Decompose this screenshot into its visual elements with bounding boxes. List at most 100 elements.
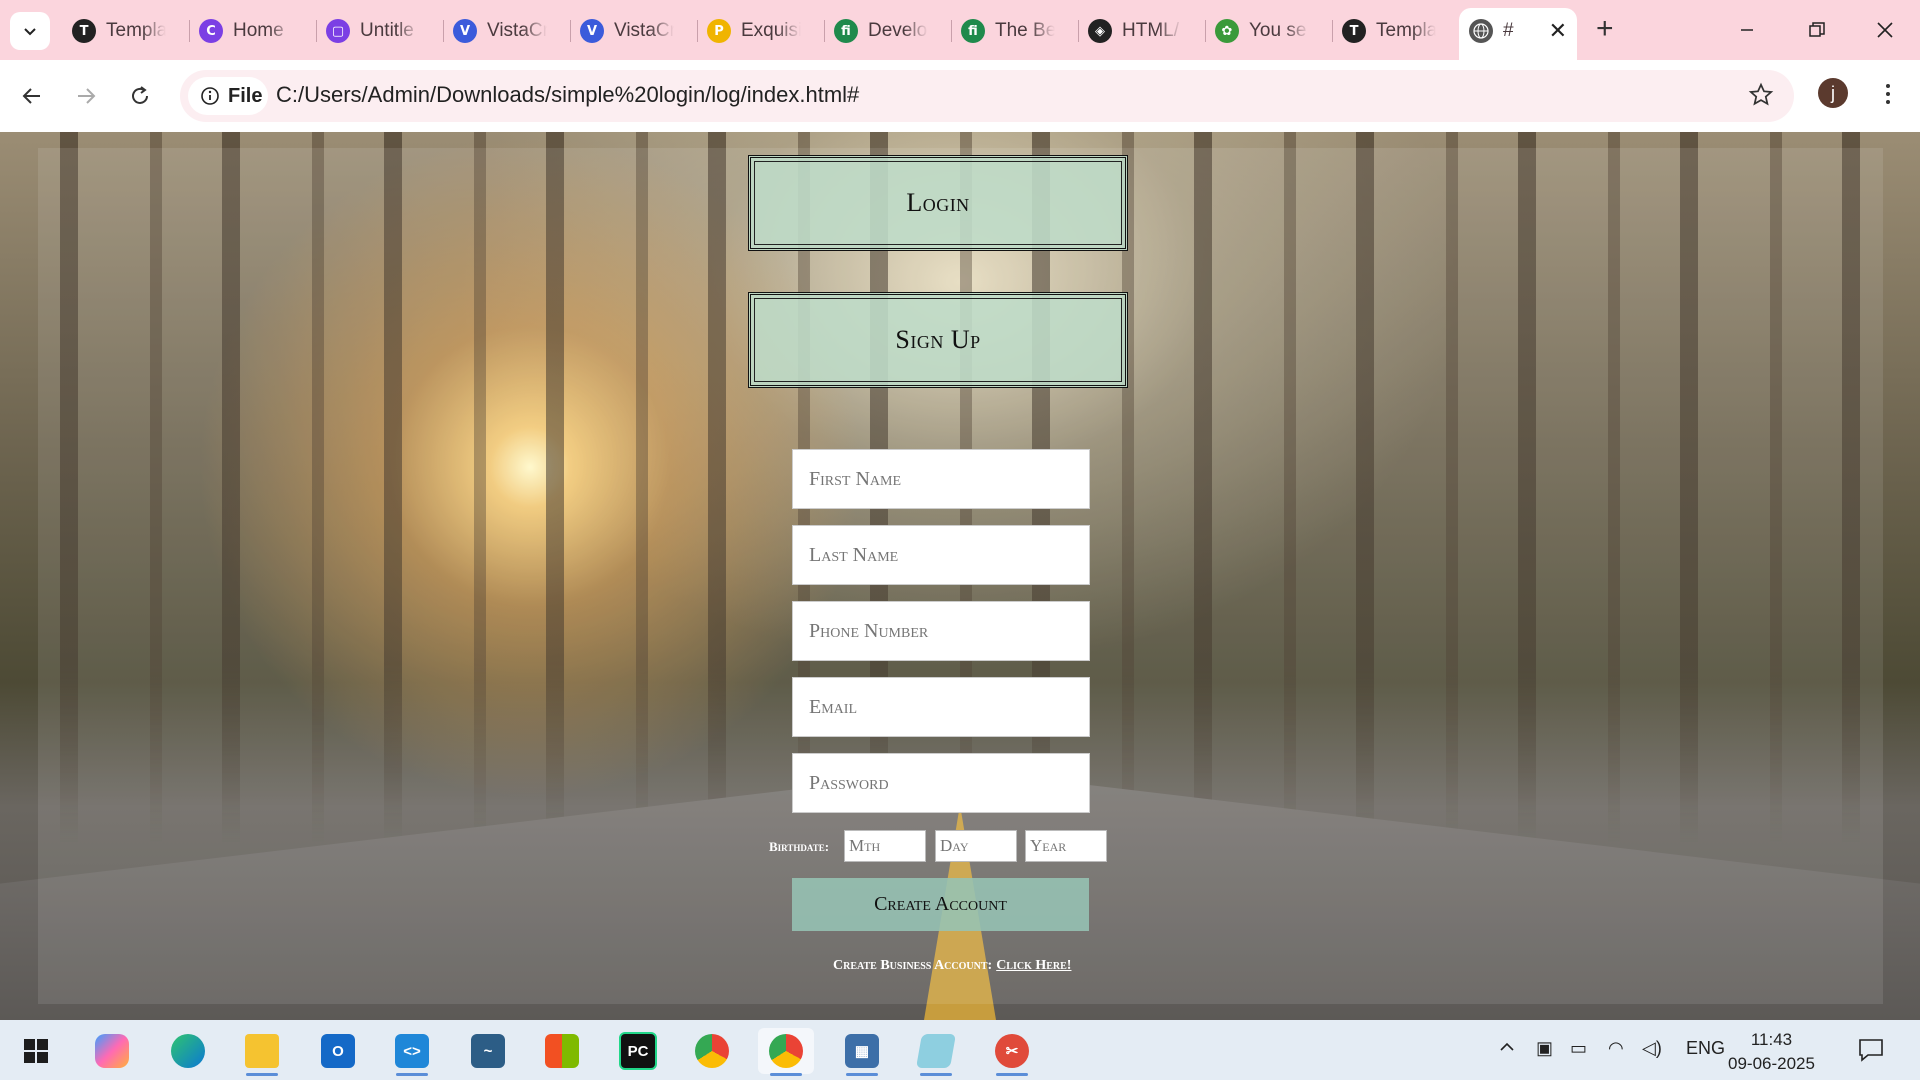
restore-icon bbox=[1809, 22, 1825, 37]
tab-title: VistaCr bbox=[487, 20, 547, 41]
globe-icon bbox=[1469, 19, 1493, 43]
notepad-app[interactable] bbox=[908, 1028, 964, 1076]
browser-tab[interactable]: fi Develo bbox=[824, 8, 951, 54]
business-account-link[interactable]: Click Here! bbox=[996, 958, 1071, 973]
minimize-icon bbox=[1741, 29, 1753, 31]
browser-tab[interactable]: P Exquisi bbox=[697, 8, 824, 54]
signup-button[interactable]: Sign Up bbox=[748, 292, 1128, 388]
create-account-button[interactable]: Create Account bbox=[792, 878, 1089, 931]
tab-search-button[interactable] bbox=[10, 12, 50, 50]
browser-tab[interactable]: T Templa bbox=[62, 8, 189, 54]
outlook-app[interactable]: O bbox=[310, 1028, 366, 1074]
tab-favicon-icon: P bbox=[707, 19, 731, 43]
calculator-app[interactable]: ▦ bbox=[834, 1028, 890, 1076]
browser-tab[interactable]: fi The Be bbox=[951, 8, 1078, 54]
new-tab-button[interactable]: + bbox=[1596, 14, 1614, 44]
tab-favicon-icon: ✿ bbox=[1215, 19, 1239, 43]
reload-icon bbox=[132, 86, 148, 104]
first-name-field[interactable] bbox=[792, 449, 1090, 509]
snipping-tool-app[interactable]: ✂ bbox=[984, 1028, 1040, 1076]
chrome-app[interactable] bbox=[684, 1028, 740, 1074]
restore-button[interactable] bbox=[1782, 8, 1852, 52]
browser-tab[interactable]: T Templa bbox=[1332, 8, 1459, 54]
arrow-left-icon bbox=[22, 88, 40, 104]
start-button[interactable] bbox=[8, 1028, 64, 1074]
file-explorer-app[interactable] bbox=[234, 1028, 290, 1076]
clock-date: 09-06-2025 bbox=[1728, 1054, 1815, 1073]
birth-month-field[interactable] bbox=[844, 830, 926, 862]
browser-tab[interactable]: ✿ You se bbox=[1205, 8, 1332, 54]
browser-tab[interactable]: ▢ Untitle bbox=[316, 8, 443, 54]
tab-favicon-icon: fi bbox=[961, 19, 985, 43]
minimize-button[interactable] bbox=[1712, 8, 1782, 52]
tab-title: VistaCr bbox=[614, 20, 674, 41]
url-text[interactable]: C:/Users/Admin/Downloads/simple%20login/… bbox=[276, 82, 859, 108]
tab-favicon-icon: fi bbox=[834, 19, 858, 43]
clock-time: 11:43 bbox=[1750, 1030, 1793, 1049]
tab-favicon-icon: V bbox=[453, 19, 477, 43]
copilot-app[interactable] bbox=[84, 1028, 140, 1074]
site-info-chip[interactable]: File bbox=[188, 77, 268, 115]
chrome-profile-app[interactable] bbox=[758, 1028, 814, 1076]
browser-tab[interactable]: C Home bbox=[189, 8, 316, 54]
browser-tab[interactable]: V VistaCr bbox=[570, 8, 697, 54]
arrow-right-icon bbox=[78, 88, 96, 104]
last-name-field[interactable] bbox=[792, 525, 1090, 585]
email-field[interactable] bbox=[792, 677, 1090, 737]
show-hidden-icons[interactable] bbox=[1498, 1038, 1516, 1061]
tab-favicon-icon: T bbox=[72, 19, 96, 43]
password-field[interactable] bbox=[792, 753, 1090, 813]
vscode-icon: <> bbox=[395, 1034, 429, 1068]
volume-icon[interactable]: ◁) bbox=[1642, 1038, 1662, 1059]
chevron-down-icon bbox=[24, 28, 36, 36]
browser-tab-active[interactable]: # ✕ bbox=[1459, 8, 1577, 60]
login-button[interactable]: Login bbox=[748, 155, 1128, 251]
close-tab-icon[interactable]: ✕ bbox=[1549, 20, 1567, 42]
wifi-icon[interactable]: ◠ bbox=[1608, 1038, 1624, 1059]
pycharm-app[interactable]: PC bbox=[610, 1028, 666, 1074]
calculator-icon: ▦ bbox=[845, 1034, 879, 1068]
reload-button[interactable] bbox=[124, 80, 156, 112]
store-icon bbox=[545, 1034, 579, 1068]
meet-now-icon[interactable]: ▣ bbox=[1536, 1038, 1553, 1059]
phone-number-field[interactable] bbox=[792, 601, 1090, 661]
windows-logo-icon bbox=[24, 1039, 48, 1063]
copilot-icon bbox=[95, 1034, 129, 1068]
back-button[interactable] bbox=[16, 80, 48, 112]
profile-avatar[interactable]: j bbox=[1818, 78, 1848, 108]
browser-menu-button[interactable] bbox=[1878, 78, 1898, 110]
tab-favicon-icon: T bbox=[1342, 19, 1366, 43]
mysql-icon: ~ bbox=[471, 1034, 505, 1068]
vscode-app[interactable]: <> bbox=[384, 1028, 440, 1076]
forward-button[interactable] bbox=[70, 80, 102, 112]
address-bar[interactable]: File C:/Users/Admin/Downloads/simple%20l… bbox=[180, 70, 1794, 122]
tab-title: Untitle bbox=[360, 20, 414, 41]
birth-year-field[interactable] bbox=[1025, 830, 1107, 862]
pycharm-icon: PC bbox=[619, 1032, 657, 1070]
tab-title: Templa bbox=[1376, 20, 1436, 41]
chrome-icon bbox=[769, 1034, 803, 1068]
tab-title: Exquisi bbox=[741, 20, 801, 41]
page-viewport: Login Sign Up Birthdate: Create Account … bbox=[0, 132, 1920, 1020]
close-window-button[interactable] bbox=[1850, 8, 1920, 52]
tab-title: You se bbox=[1249, 20, 1307, 41]
business-account-text: Create Business Account: bbox=[833, 958, 993, 973]
tab-favicon-icon: C bbox=[199, 19, 223, 43]
clock[interactable]: 11:43 09-06-2025 bbox=[1728, 1028, 1815, 1076]
edge-app[interactable] bbox=[160, 1028, 216, 1074]
battery-icon[interactable]: ▭ bbox=[1570, 1038, 1587, 1059]
notepad-icon bbox=[916, 1034, 956, 1068]
chrome-icon bbox=[695, 1034, 729, 1068]
birth-day-field[interactable] bbox=[935, 830, 1017, 862]
tab-title: # bbox=[1503, 20, 1514, 41]
microsoft-store-app[interactable] bbox=[534, 1028, 590, 1074]
tab-strip: T Templa C Home ▢ Untitle V VistaCr V VistaCr P Exq… bbox=[0, 0, 1920, 60]
notifications-icon[interactable] bbox=[1858, 1038, 1884, 1067]
tab-title: Home bbox=[233, 20, 284, 41]
language-indicator[interactable]: ENG bbox=[1686, 1038, 1725, 1059]
browser-tab[interactable]: ◈ HTML/ bbox=[1078, 8, 1205, 54]
tab-title: HTML/ bbox=[1122, 20, 1179, 41]
mysql-workbench-app[interactable]: ~ bbox=[460, 1028, 516, 1074]
bookmark-star-icon[interactable] bbox=[1748, 82, 1774, 108]
browser-tab[interactable]: V VistaCr bbox=[443, 8, 570, 54]
